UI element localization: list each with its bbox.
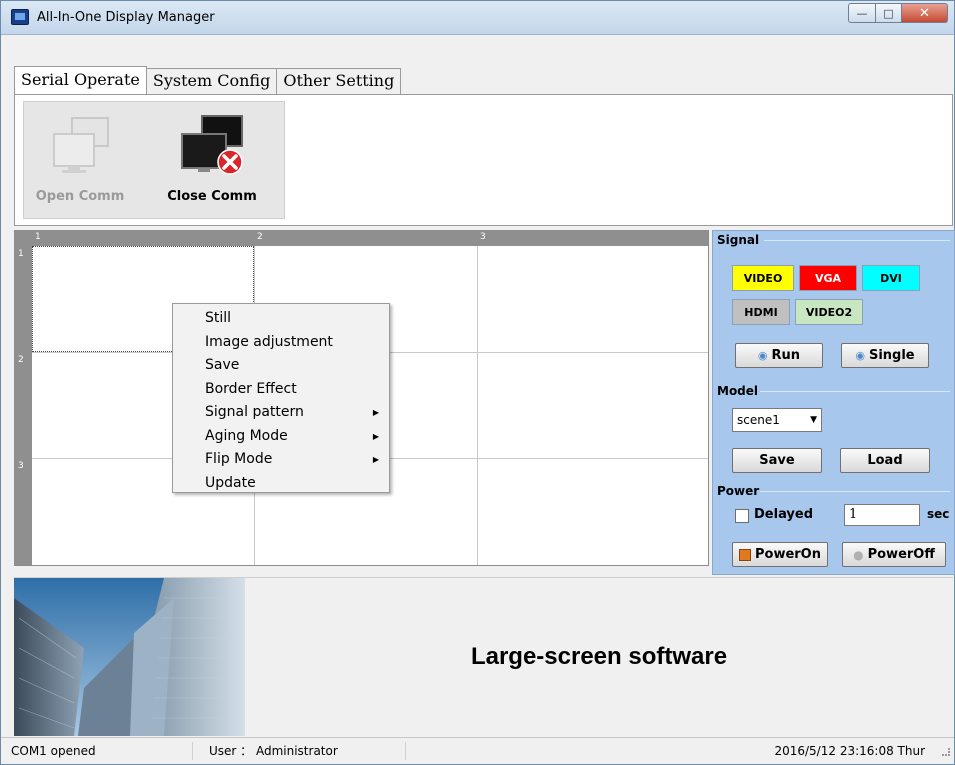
open-comm-label: Open Comm bbox=[35, 189, 125, 204]
column-label: 3 bbox=[480, 232, 486, 242]
submenu-arrow-icon: ▶ bbox=[372, 408, 379, 417]
tab-serial-operate[interactable]: Serial Operate bbox=[14, 66, 147, 94]
row-label: 3 bbox=[18, 461, 24, 471]
bulb-icon: ● bbox=[853, 547, 864, 562]
row-label: 2 bbox=[18, 355, 24, 365]
control-panel: Signal VIDEO VGA DVI HDMI VIDEO2 ◉ Run ◉ S… bbox=[712, 230, 955, 575]
main-tabs: Serial Operate System Config Other Setti… bbox=[14, 66, 402, 94]
close-comm-icon bbox=[181, 115, 243, 175]
open-comm-icon bbox=[53, 117, 109, 173]
chevron-down-icon: ▼ bbox=[810, 415, 817, 425]
single-label: Single bbox=[868, 348, 915, 363]
power-off-button[interactable]: ● PowerOff bbox=[842, 542, 946, 567]
close-button[interactable]: ✕ bbox=[902, 3, 948, 23]
window-title: All-In-One Display Manager bbox=[37, 10, 215, 25]
signal-dvi-button[interactable]: DVI bbox=[862, 265, 920, 291]
signal-vga-button[interactable]: VGA bbox=[799, 265, 857, 291]
menu-item-label: Aging Mode bbox=[205, 427, 288, 444]
scene-select[interactable]: scene1 ▼ bbox=[732, 408, 822, 432]
signal-video-button[interactable]: VIDEO bbox=[732, 265, 794, 291]
maximize-button[interactable]: □ bbox=[876, 3, 902, 23]
power-on-button[interactable]: PowerOn bbox=[732, 542, 828, 567]
comm-group: Open Comm Close Comm bbox=[23, 101, 285, 219]
model-load-button[interactable]: Load bbox=[840, 448, 930, 473]
menu-item-label: Update bbox=[205, 474, 256, 491]
menu-item-flip-mode[interactable]: Flip Mode ▶ bbox=[173, 448, 389, 472]
column-label: 2 bbox=[257, 232, 263, 242]
power-on-label: PowerOn bbox=[754, 547, 821, 562]
row-label: 1 bbox=[18, 249, 24, 259]
context-menu: Still Image adjustment Save Border Effec… bbox=[172, 303, 390, 493]
power-group: Power Delayed 1 sec PowerOn ● PowerOff bbox=[716, 484, 954, 574]
minimize-icon: — bbox=[856, 6, 868, 20]
menu-item-aging-mode[interactable]: Aging Mode ▶ bbox=[173, 425, 389, 449]
menu-item-border-effect[interactable]: Border Effect bbox=[173, 378, 389, 402]
signal-group: Signal VIDEO VGA DVI HDMI VIDEO2 ◉ Run ◉ S… bbox=[716, 233, 954, 377]
submenu-arrow-icon: ▶ bbox=[372, 431, 379, 441]
row-header: 1 2 3 bbox=[15, 231, 32, 565]
banner: Large-screen software bbox=[14, 577, 953, 736]
close-icon: ✕ bbox=[919, 5, 930, 21]
app-monitor-icon bbox=[11, 9, 29, 25]
delay-seconds-input[interactable]: 1 bbox=[844, 504, 920, 526]
run-label: Run bbox=[771, 348, 801, 363]
menu-item-label: Save bbox=[205, 357, 240, 373]
menu-item-update[interactable]: Update bbox=[173, 472, 389, 496]
menu-item-label: Signal pattern bbox=[205, 404, 304, 420]
menu-item-label: Image adjustment bbox=[205, 333, 333, 350]
open-comm-button[interactable]: Open Comm bbox=[32, 112, 128, 210]
menu-item-save[interactable]: Save bbox=[173, 354, 389, 378]
run-button[interactable]: ◉ Run bbox=[735, 343, 823, 368]
group-divider bbox=[760, 491, 950, 492]
column-label: 1 bbox=[35, 232, 41, 242]
power-off-label: PowerOff bbox=[867, 547, 935, 562]
menu-item-still[interactable]: Still bbox=[173, 307, 389, 331]
title-bar[interactable]: All-In-One Display Manager — □ ✕ bbox=[1, 1, 954, 35]
scene-select-value: scene1 bbox=[737, 413, 780, 427]
model-group: Model scene1 ▼ Save Load bbox=[716, 384, 954, 480]
power-group-title: Power bbox=[717, 484, 760, 498]
menu-item-label: Still bbox=[205, 310, 232, 326]
minimize-button[interactable]: — bbox=[848, 3, 876, 23]
maximize-icon: □ bbox=[883, 6, 894, 20]
skyscraper-image bbox=[14, 578, 245, 736]
single-button[interactable]: ◉ Single bbox=[841, 343, 929, 368]
grid-divider bbox=[477, 246, 478, 565]
menu-item-label: Border Effect bbox=[205, 380, 297, 397]
column-header: 1 2 3 bbox=[15, 231, 708, 246]
skyscraper-illustration bbox=[14, 578, 245, 736]
signal-group-title: Signal bbox=[717, 233, 760, 247]
signal-hdmi-button[interactable]: HDMI bbox=[732, 299, 790, 325]
tab-system-config[interactable]: System Config bbox=[145, 68, 278, 94]
menu-item-image-adjustment[interactable]: Image adjustment bbox=[173, 331, 389, 355]
delayed-label: Delayed bbox=[754, 507, 814, 522]
submenu-arrow-icon: ▶ bbox=[372, 455, 379, 464]
close-comm-label: Close Comm bbox=[167, 189, 257, 204]
app-window: All-In-One Display Manager — □ ✕ Serial … bbox=[0, 0, 955, 765]
banner-title: Large-screen software bbox=[470, 643, 728, 670]
signal-video2-button[interactable]: VIDEO2 bbox=[795, 299, 863, 325]
menu-item-signal-pattern[interactable]: Signal pattern ▶ bbox=[173, 401, 389, 425]
radio-dot-icon: ◉ bbox=[855, 349, 865, 362]
status-bar: COM1 opened User ： Administrator 2016/5/… bbox=[1, 737, 954, 763]
status-user: User ： Administrator bbox=[201, 742, 406, 760]
group-divider bbox=[760, 391, 950, 392]
resize-grip-icon[interactable] bbox=[942, 748, 950, 756]
status-datetime: 2016/5/12 23:16:08 Thur bbox=[774, 744, 925, 758]
delay-unit-label: sec bbox=[927, 507, 950, 521]
serial-operate-panel: Open Comm Close Comm bbox=[14, 94, 953, 226]
model-save-button[interactable]: Save bbox=[732, 448, 822, 473]
close-comm-button[interactable]: Close Comm bbox=[164, 112, 260, 210]
power-on-icon bbox=[738, 548, 751, 561]
group-divider bbox=[764, 240, 950, 241]
status-port: COM1 opened bbox=[3, 742, 193, 760]
model-group-title: Model bbox=[717, 384, 759, 398]
tab-other-setting[interactable]: Other Setting bbox=[276, 68, 402, 94]
delayed-checkbox[interactable] bbox=[735, 509, 749, 523]
window-controls: — □ ✕ bbox=[848, 3, 948, 23]
menu-item-label: Flip Mode bbox=[205, 451, 273, 467]
radio-dot-icon: ◉ bbox=[757, 349, 768, 362]
